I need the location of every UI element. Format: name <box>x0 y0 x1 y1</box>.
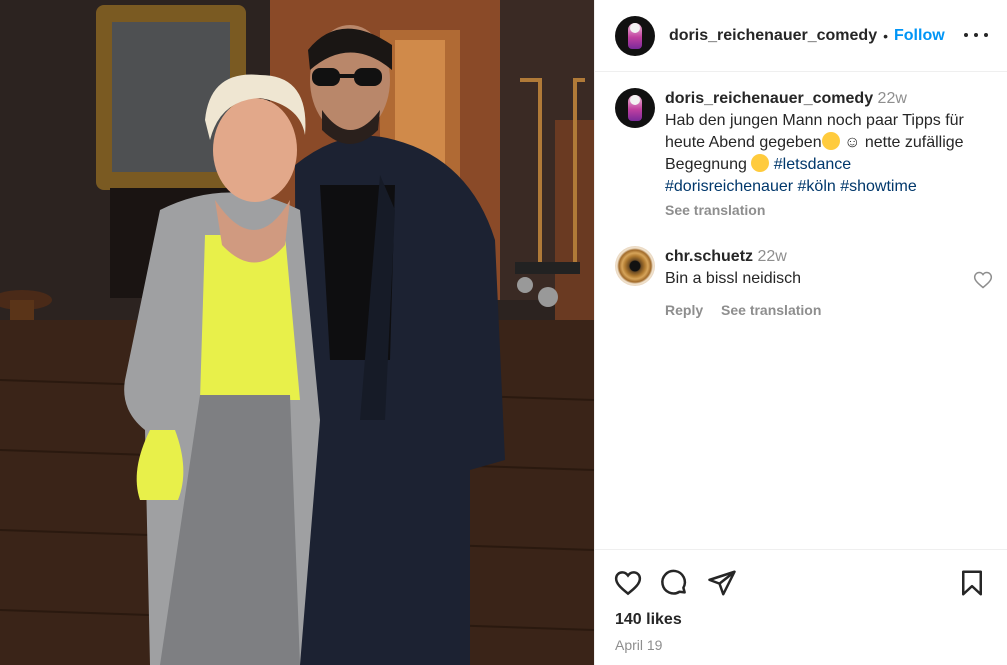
post-photo[interactable] <box>0 0 594 665</box>
photo-illustration <box>0 0 594 665</box>
comment-actions: Reply See translation <box>665 302 995 318</box>
laughing-emoji-icon <box>821 132 840 150</box>
comment-icon[interactable] <box>659 568 689 603</box>
follow-button[interactable]: Follow <box>894 27 945 45</box>
comment-age: 22w <box>757 248 787 265</box>
likes-count[interactable]: 140 likes <box>615 611 682 629</box>
avatar-head <box>630 22 640 33</box>
action-bar <box>613 568 993 598</box>
caption-see-translation[interactable]: See translation <box>665 199 995 221</box>
caption-username[interactable]: doris_reichenauer_comedy <box>665 90 873 107</box>
more-options-icon[interactable] <box>964 23 988 47</box>
separator-dot: • <box>883 27 888 44</box>
caption-age: 22w <box>877 90 907 107</box>
post-header: doris_reichenauer_comedy • Follow <box>595 0 1007 72</box>
comment-like-heart-icon[interactable] <box>973 270 993 295</box>
author-avatar[interactable] <box>615 15 655 56</box>
avatar-head <box>630 95 640 105</box>
winking-emoji-icon <box>751 154 770 172</box>
post-date: April 19 <box>615 637 663 653</box>
comment-item: chr.schuetz 22w Bin a bissl neidisch Rep… <box>615 246 995 318</box>
hashtag-letsdance[interactable]: #letsdance <box>774 156 851 173</box>
comment-see-translation[interactable]: See translation <box>721 302 821 318</box>
hashtag-showtime[interactable]: #showtime <box>840 178 916 195</box>
hashtag-dorisreichenauer[interactable]: #dorisreichenauer <box>665 178 793 195</box>
commenter-avatar[interactable] <box>615 246 655 286</box>
hashtag-koeln[interactable]: #köln <box>798 178 836 195</box>
comment-body: chr.schuetz 22w Bin a bissl neidisch <box>665 246 995 290</box>
bookmark-icon[interactable] <box>957 568 987 603</box>
caption-author-avatar[interactable] <box>615 88 655 128</box>
heart-icon[interactable] <box>613 568 643 603</box>
comment-reply-button[interactable]: Reply <box>665 302 703 318</box>
post-footer: 140 likes April 19 <box>595 549 1007 665</box>
comment-username[interactable]: chr.schuetz <box>665 248 753 265</box>
share-icon[interactable] <box>707 568 737 603</box>
caption: doris_reichenauer_comedy 22w Hab den jun… <box>615 88 995 221</box>
author-username[interactable]: doris_reichenauer_comedy <box>669 27 877 45</box>
caption-body: doris_reichenauer_comedy 22w Hab den jun… <box>665 88 995 221</box>
comment-text: Bin a bissl neidisch <box>665 270 802 287</box>
post-details-panel: doris_reichenauer_comedy • Follow doris_… <box>594 0 1007 665</box>
